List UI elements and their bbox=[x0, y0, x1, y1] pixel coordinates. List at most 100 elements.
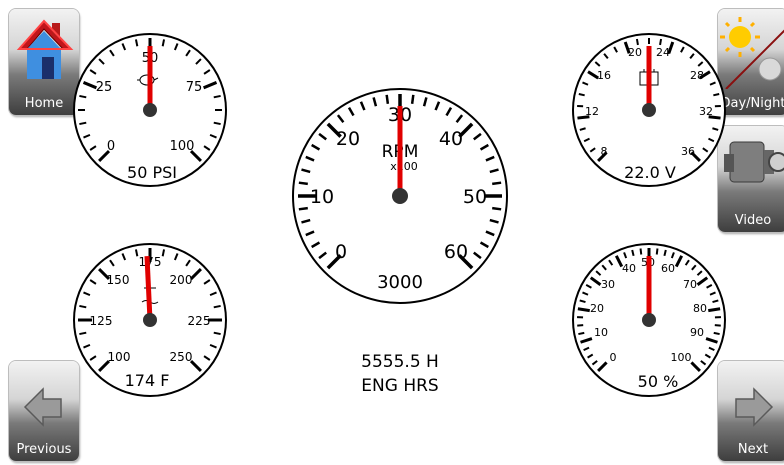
minor-tick bbox=[680, 46, 685, 53]
percent-tick-0: 0 bbox=[610, 351, 617, 364]
minor-tick bbox=[422, 97, 428, 107]
major-tick bbox=[458, 122, 474, 138]
minor-tick bbox=[109, 259, 115, 267]
percent-hub bbox=[642, 313, 656, 327]
major-tick bbox=[597, 361, 608, 372]
major-tick bbox=[705, 337, 718, 344]
minor-tick bbox=[79, 331, 87, 336]
percent-tick-70: 70 bbox=[683, 278, 697, 291]
minor-tick bbox=[83, 291, 91, 297]
minor-tick bbox=[134, 249, 139, 257]
minor-tick bbox=[473, 132, 482, 141]
minor-tick bbox=[608, 259, 614, 266]
minor-tick bbox=[655, 248, 659, 255]
major-tick bbox=[189, 149, 202, 162]
minor-tick bbox=[697, 61, 704, 67]
oil-pressure-tick-50: 50 bbox=[142, 51, 159, 66]
minor-tick bbox=[613, 46, 618, 53]
next-button[interactable]: Next bbox=[718, 361, 784, 461]
voltage-tick-16: 16 bbox=[597, 69, 611, 82]
minor-tick bbox=[623, 252, 628, 259]
major-tick bbox=[690, 361, 701, 372]
rpm-title: RPM bbox=[382, 142, 419, 162]
major-tick bbox=[189, 359, 202, 372]
oil-pressure-gauge: 0 25 50 75 100 50 PSI bbox=[73, 33, 227, 187]
rpm-tick-30: 30 bbox=[388, 104, 412, 126]
voltage-tick-8: 8 bbox=[601, 145, 608, 158]
minor-tick bbox=[161, 249, 166, 257]
oil-pressure-tick-25: 25 bbox=[96, 80, 113, 95]
video-button[interactable]: Video bbox=[718, 126, 784, 232]
minor-tick bbox=[585, 283, 592, 289]
minor-tick bbox=[203, 145, 211, 151]
minor-tick bbox=[89, 355, 97, 361]
major-tick bbox=[580, 337, 593, 344]
percent-tick-60: 60 bbox=[661, 262, 675, 275]
minor-tick bbox=[492, 206, 502, 211]
major-tick bbox=[203, 81, 218, 90]
voltage-tick-36: 36 bbox=[681, 145, 695, 158]
temperature-tick-100: 100 bbox=[108, 350, 131, 364]
minor-tick bbox=[209, 291, 217, 297]
major-tick bbox=[667, 41, 675, 54]
minor-tick bbox=[305, 155, 315, 162]
major-tick bbox=[690, 151, 701, 162]
minor-tick bbox=[83, 343, 91, 349]
next-label: Next bbox=[737, 442, 769, 457]
oil-pressure-readout: 50 PSI bbox=[127, 163, 177, 182]
minor-tick bbox=[455, 114, 464, 123]
minor-tick bbox=[305, 230, 315, 237]
voltage-tick-32: 32 bbox=[699, 105, 713, 118]
minor-tick bbox=[485, 155, 495, 162]
minor-tick bbox=[318, 251, 327, 260]
major-tick bbox=[458, 254, 474, 270]
minor-tick bbox=[213, 121, 221, 126]
video-camera-icon bbox=[724, 141, 784, 183]
minor-tick bbox=[709, 291, 716, 296]
percent-tick-40: 40 bbox=[622, 262, 636, 275]
minor-tick bbox=[434, 101, 441, 111]
temperature-tick-175: 175 bbox=[139, 255, 162, 269]
minor-tick bbox=[109, 49, 115, 57]
minor-tick bbox=[583, 346, 590, 352]
minor-tick bbox=[706, 283, 713, 289]
minor-tick bbox=[79, 304, 87, 309]
previous-button[interactable]: Previous bbox=[9, 361, 79, 461]
minor-tick bbox=[639, 248, 643, 255]
minor-tick bbox=[89, 279, 97, 285]
minor-tick bbox=[696, 270, 703, 276]
minor-tick bbox=[492, 181, 502, 186]
percent-readout: 50 % bbox=[638, 372, 679, 391]
percent-tick-30: 30 bbox=[601, 278, 615, 291]
major-tick bbox=[82, 81, 97, 90]
minor-tick bbox=[489, 218, 499, 224]
minor-tick bbox=[385, 94, 390, 104]
home-button[interactable]: Home bbox=[9, 9, 79, 115]
home-label: Home bbox=[24, 96, 64, 111]
minor-tick bbox=[203, 69, 211, 75]
minor-tick bbox=[336, 114, 345, 123]
temperature-tick-200: 200 bbox=[170, 273, 193, 287]
day-night-button[interactable]: Day/Night bbox=[718, 9, 784, 115]
temperature-needle bbox=[144, 255, 153, 321]
minor-tick bbox=[708, 346, 715, 352]
oil-pressure-hub bbox=[143, 103, 157, 117]
minor-tick bbox=[359, 101, 366, 111]
major-tick bbox=[98, 268, 111, 281]
major-tick bbox=[597, 151, 608, 162]
oil-pressure-ticks bbox=[78, 38, 222, 162]
temperature-tick-150: 150 bbox=[107, 273, 130, 287]
voltage-tick-24: 24 bbox=[656, 46, 670, 59]
day-night-label: Day/Night bbox=[720, 96, 784, 111]
major-tick bbox=[577, 115, 590, 120]
minor-tick bbox=[79, 94, 87, 99]
coolant-temp-icon bbox=[141, 282, 159, 304]
minor-tick bbox=[708, 137, 715, 143]
minor-tick bbox=[213, 331, 221, 336]
minor-tick bbox=[203, 355, 211, 361]
voltage-tick-28: 28 bbox=[690, 69, 704, 82]
minor-tick bbox=[582, 291, 589, 296]
temperature-tick-125: 125 bbox=[90, 314, 113, 328]
temperature-tick-250: 250 bbox=[170, 350, 193, 364]
video-label: Video bbox=[734, 213, 772, 228]
